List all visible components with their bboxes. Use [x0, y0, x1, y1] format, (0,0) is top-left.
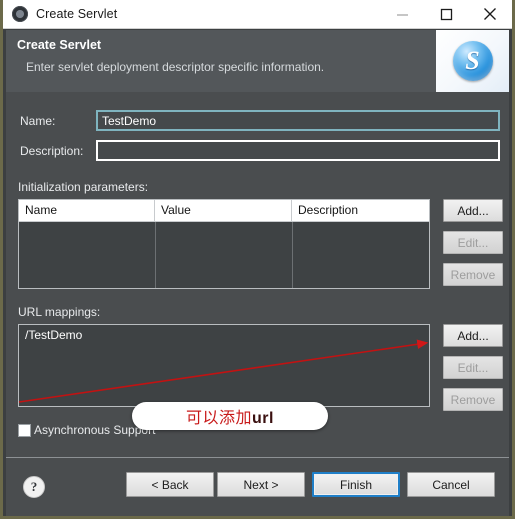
name-input[interactable]: [96, 110, 500, 131]
create-servlet-dialog: Create Servlet Create Servlet Enter serv…: [0, 0, 515, 519]
back-button[interactable]: < Back: [126, 472, 214, 497]
init-params-label: Initialization parameters:: [18, 180, 149, 194]
logo-letter: S: [465, 46, 480, 75]
url-mappings-list[interactable]: /TestDemo: [18, 324, 430, 407]
init-params-add-button[interactable]: Add...: [443, 199, 503, 222]
init-params-remove-button: Remove: [443, 263, 503, 286]
dialog-header: Create Servlet Enter servlet deployment …: [6, 30, 509, 92]
column-header-description[interactable]: Description: [292, 200, 429, 221]
url-mappings-remove-button: Remove: [443, 388, 503, 411]
name-label: Name:: [20, 114, 56, 128]
window-titlebar: Create Servlet: [3, 0, 512, 29]
dialog-footer: ? < Back Next > Finish Cancel: [6, 457, 509, 516]
annotation-callout: 可以添加url: [132, 402, 328, 430]
annotation-callout-text: 可以添加url: [186, 404, 274, 428]
init-params-body[interactable]: [19, 222, 429, 288]
url-mappings-add-button[interactable]: Add...: [443, 324, 503, 347]
logo-ball-icon: S: [452, 41, 493, 81]
column-header-name[interactable]: Name: [19, 200, 155, 221]
column-header-value[interactable]: Value: [155, 200, 292, 221]
annotation-text-cn: 可以添加: [186, 408, 253, 427]
cancel-button[interactable]: Cancel: [407, 472, 495, 497]
minimize-icon[interactable]: [380, 0, 424, 28]
page-title: Create Servlet: [17, 38, 102, 52]
name-row: Name:: [20, 114, 96, 128]
init-params-header-row: Name Value Description: [19, 200, 429, 222]
close-icon[interactable]: [468, 0, 512, 28]
url-mappings-edit-button: Edit...: [443, 356, 503, 379]
help-icon[interactable]: ?: [23, 476, 45, 498]
async-support-checkbox[interactable]: [18, 423, 31, 437]
description-input[interactable]: [96, 140, 500, 161]
url-mappings-label: URL mappings:: [18, 305, 101, 319]
page-subtitle: Enter servlet deployment descriptor spec…: [26, 60, 325, 74]
finish-button[interactable]: Finish: [312, 472, 400, 497]
annotation-text-en: url: [252, 410, 274, 427]
init-params-edit-button: Edit...: [443, 231, 503, 254]
description-label: Description:: [20, 144, 84, 158]
column-separator: [155, 222, 156, 288]
column-separator: [292, 222, 293, 288]
list-item[interactable]: /TestDemo: [19, 325, 429, 342]
servlet-gear-icon: [12, 6, 28, 22]
window-title: Create Servlet: [36, 7, 118, 21]
servlet-logo: S: [436, 30, 509, 92]
init-params-table[interactable]: Name Value Description: [18, 199, 430, 289]
next-button[interactable]: Next >: [217, 472, 305, 497]
description-row: Description:: [20, 144, 96, 158]
maximize-icon[interactable]: [424, 0, 468, 28]
